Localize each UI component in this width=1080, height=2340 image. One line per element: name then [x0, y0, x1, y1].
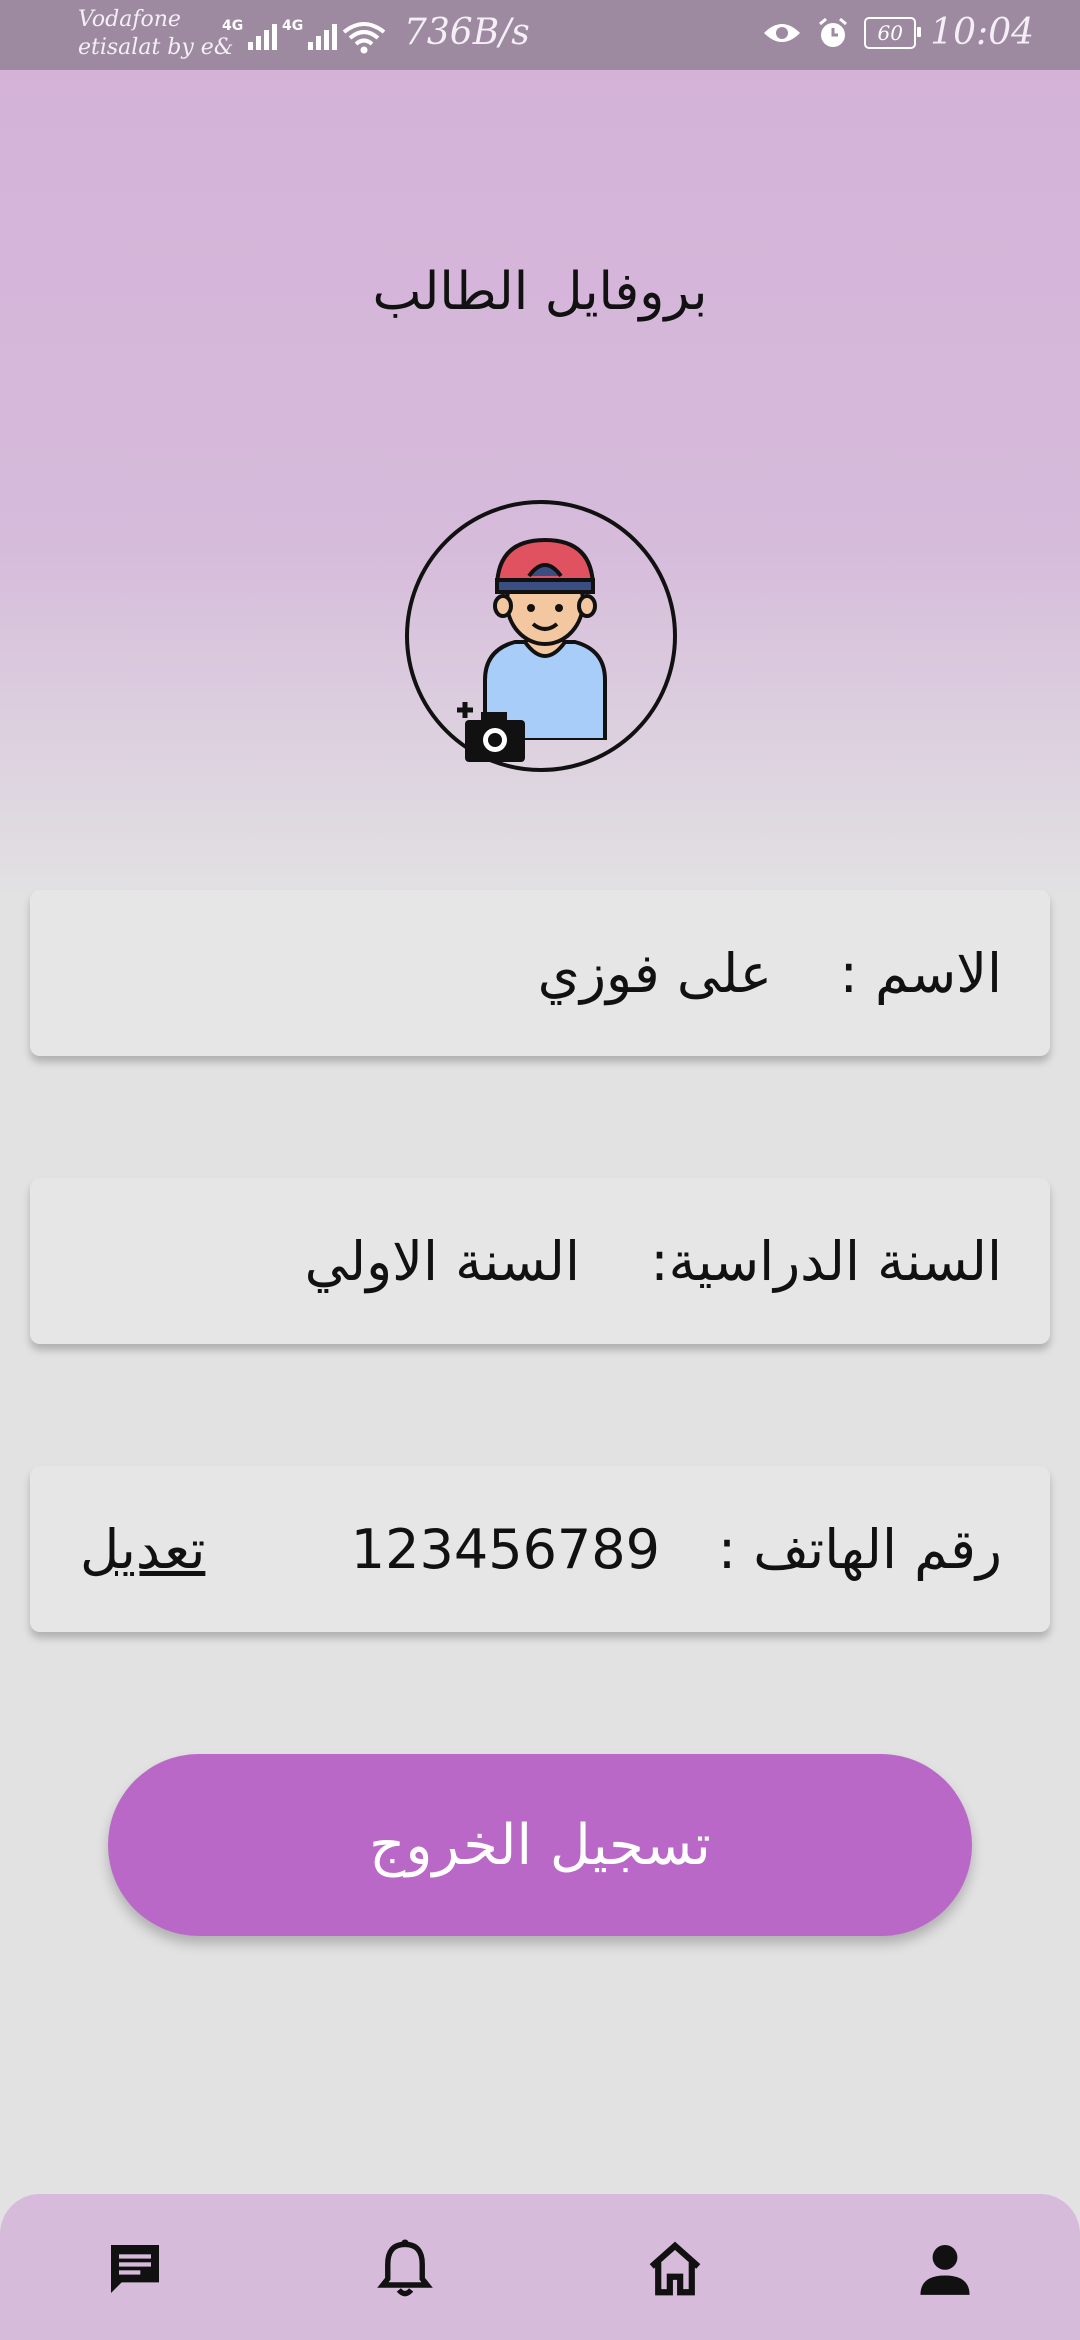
network-type-2: 4G [282, 18, 304, 34]
edit-phone-link[interactable]: تعديل [80, 1518, 205, 1581]
page-title: بروفايل الطالب [372, 262, 708, 322]
logout-button[interactable]: تسجيل الخروج [108, 1754, 972, 1936]
academic-year-value: السنة الاولي [304, 1230, 580, 1293]
wifi-icon [342, 22, 386, 54]
battery-icon: 60 [864, 16, 922, 49]
nav-chat[interactable] [100, 2234, 170, 2304]
bottom-navigation [0, 2194, 1080, 2340]
phone-label: رقم الهاتف : [717, 1518, 1002, 1581]
network-type: 4G [222, 18, 244, 34]
bell-icon [377, 2239, 433, 2297]
home-icon [649, 2241, 701, 2296]
alarm-icon [819, 17, 848, 47]
status-bar: Vodafone etisalat by e& 4G 4G 736B/s 60 … [0, 0, 1080, 70]
signal-icon-2: 4G [282, 18, 338, 50]
signal-icon: 4G [222, 18, 278, 50]
add-photo-icon[interactable] [457, 700, 527, 764]
status-time: 10:04 [930, 12, 1034, 53]
network-speed: 736B/s [404, 12, 530, 53]
nav-profile[interactable] [910, 2234, 980, 2304]
eye-icon [764, 23, 801, 42]
nav-home[interactable] [640, 2234, 710, 2304]
phone-value: 123456789 [350, 1518, 660, 1581]
nav-notifications[interactable] [370, 2234, 440, 2304]
academic-year-card: السنة الدراسية: السنة الاولي [30, 1178, 1050, 1344]
carrier-name-2: etisalat by e& [78, 35, 234, 60]
carrier-info: Vodafone etisalat by e& [78, 6, 233, 62]
person-icon [920, 2244, 970, 2295]
carrier-name-1: Vodafone [78, 7, 181, 32]
name-label: الاسم : [839, 942, 1002, 1005]
academic-year-label: السنة الدراسية: [650, 1230, 1002, 1293]
name-card: الاسم : على فوزي [30, 890, 1050, 1056]
battery-level: 60 [877, 20, 903, 45]
chat-icon [111, 2245, 159, 2293]
avatar[interactable] [405, 500, 677, 772]
name-value: على فوزي [537, 942, 772, 1005]
phone-card: رقم الهاتف : 123456789 تعديل [30, 1466, 1050, 1632]
